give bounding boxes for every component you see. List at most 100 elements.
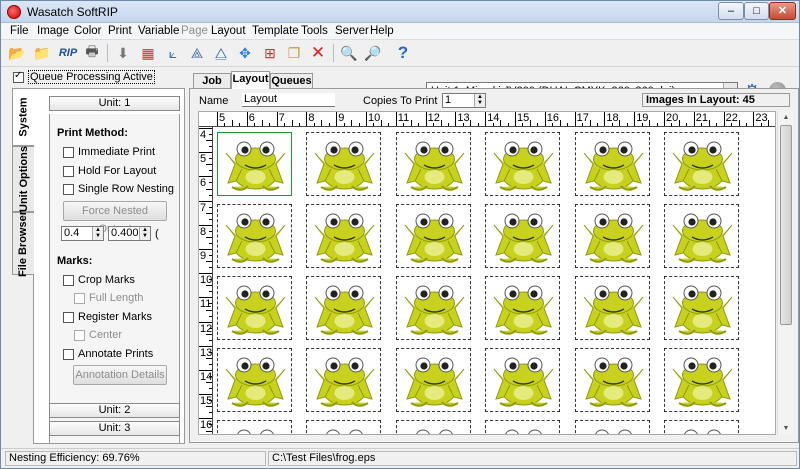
layout-image-tile[interactable] — [664, 276, 739, 340]
full-length-checkbox[interactable]: Full Length — [74, 292, 143, 304]
scroll-thumb[interactable] — [780, 125, 792, 325]
layout-image-tile[interactable] — [664, 132, 739, 196]
layout-image-tile[interactable] — [217, 276, 292, 340]
layout-image-tile[interactable] — [575, 348, 650, 412]
layout-image-tile[interactable] — [575, 420, 650, 434]
printer-icon[interactable]: 🖶 — [82, 43, 102, 63]
menu-help[interactable]: Help — [370, 25, 394, 37]
tab-queues[interactable]: Queues — [270, 73, 313, 89]
layout-name-input[interactable]: Layout — [242, 93, 335, 107]
copy-icon[interactable]: ❐ — [284, 43, 304, 63]
checkbox[interactable] — [63, 274, 74, 286]
copies-spinner[interactable]: 1 ▲ ▼ — [442, 93, 486, 108]
grid-icon[interactable]: ⊞ — [260, 43, 280, 63]
flip-icon[interactable]: ⧋ — [211, 43, 231, 63]
layout-image-tile[interactable] — [485, 276, 560, 340]
menu-server[interactable]: Server — [335, 25, 369, 37]
open-folder-icon[interactable]: 📁 — [32, 43, 52, 63]
layout-image-tile[interactable] — [396, 420, 471, 434]
maximize-button[interactable]: □ — [744, 2, 769, 20]
layout-image-tile[interactable] — [485, 132, 560, 196]
tab-file-browser[interactable]: File Browser — [12, 210, 34, 277]
layout-image-tile[interactable] — [396, 348, 471, 412]
zoom-in-icon[interactable]: 🔍 — [339, 43, 359, 63]
mirror-left-icon[interactable]: ⟀ — [163, 43, 183, 63]
layout-image-tile[interactable] — [396, 132, 471, 196]
layout-image-tile[interactable] — [306, 132, 381, 196]
layout-image-tile[interactable] — [306, 420, 381, 434]
crop-marks-checkbox[interactable]: Crop Marks — [63, 274, 135, 286]
layout-image-tile[interactable] — [575, 276, 650, 340]
menu-image[interactable]: Image — [37, 25, 69, 37]
menu-page[interactable]: Page — [181, 25, 208, 37]
unit-2-header[interactable]: Unit: 2 — [49, 403, 180, 418]
close-button[interactable]: ✕ — [769, 2, 796, 20]
force-nested-output-button[interactable]: Force Nested Output — [63, 201, 167, 235]
spacing-spinner-1[interactable]: 0.4 ▲ ▼ — [61, 226, 104, 241]
checkbox[interactable] — [13, 70, 24, 83]
layout-image-tile[interactable] — [575, 132, 650, 196]
menu-print[interactable]: Print — [108, 25, 132, 37]
menu-color[interactable]: Color — [74, 25, 101, 37]
unit-3-header[interactable]: Unit: 3 — [49, 421, 180, 436]
layout-image-tile[interactable] — [306, 276, 381, 340]
layout-canvas[interactable]: 567891011121314151617181920212223242526 … — [198, 111, 776, 435]
minimize-button[interactable]: – — [718, 2, 744, 20]
layout-image-tile[interactable] — [217, 420, 292, 434]
layout-image-tile[interactable] — [664, 348, 739, 412]
spinner-arrows-icon[interactable]: ▲ ▼ — [474, 94, 485, 107]
layout-image-tile[interactable] — [217, 348, 292, 412]
layout-image-tile[interactable] — [664, 204, 739, 268]
layout-image-tile[interactable] — [485, 420, 560, 434]
menu-variable[interactable]: Variable — [138, 25, 179, 37]
layout-image-tile[interactable] — [306, 348, 381, 412]
register-marks-checkbox[interactable]: Register Marks — [63, 311, 152, 323]
tab-layout[interactable]: Layout — [231, 71, 270, 89]
unit-1-header[interactable]: Unit: 1 — [49, 96, 180, 111]
layout-image-tile[interactable] — [396, 276, 471, 340]
import-icon[interactable]: ⬇ — [113, 43, 133, 63]
checkbox[interactable] — [63, 311, 74, 323]
checkbox[interactable] — [63, 165, 74, 177]
rip-icon[interactable]: RIP — [56, 43, 80, 63]
checkbox[interactable] — [74, 329, 85, 341]
menu-template[interactable]: Template — [252, 25, 299, 37]
checkbox[interactable] — [74, 292, 85, 304]
menu-layout[interactable]: Layout — [211, 25, 246, 37]
queue-processing-checkbox[interactable]: Queue Processing Active — [13, 70, 183, 85]
menu-tools[interactable]: Tools — [301, 25, 328, 37]
layout-image-tile[interactable] — [664, 420, 739, 434]
vertical-scrollbar[interactable]: ▲ ▼ — [777, 111, 793, 435]
spacing-spinner-2[interactable]: 0.400 ▲ ▼ — [108, 226, 151, 241]
layout-image-tile[interactable] — [396, 204, 471, 268]
layout-image-tile[interactable] — [485, 204, 560, 268]
checkbox[interactable] — [63, 146, 74, 158]
scroll-up-icon[interactable]: ▲ — [778, 111, 794, 124]
immediate-print-checkbox[interactable]: Immediate Print — [63, 146, 155, 158]
layout-image-tile[interactable] — [217, 132, 292, 196]
annotate-prints-checkbox[interactable]: Annotate Prints — [63, 348, 153, 360]
single-row-nesting-checkbox[interactable]: Single Row Nesting — [63, 183, 174, 195]
checkbox[interactable] — [63, 348, 74, 360]
mirror-right-icon[interactable]: ⟁ — [187, 43, 207, 63]
center-checkbox[interactable]: Center — [74, 329, 122, 341]
scroll-down-icon[interactable]: ▼ — [778, 422, 794, 435]
menu-file[interactable]: File — [10, 25, 29, 37]
checkbox[interactable] — [63, 183, 74, 195]
zoom-out-icon[interactable]: 🔎 — [363, 43, 383, 63]
layout-image-tile[interactable] — [306, 204, 381, 268]
layout-image-tile[interactable] — [575, 204, 650, 268]
help-icon[interactable]: ? — [393, 43, 413, 63]
tab-system[interactable]: System — [12, 88, 34, 146]
spinner-arrows-icon[interactable]: ▲ ▼ — [139, 227, 150, 240]
delete-icon[interactable]: ✕ — [308, 43, 328, 63]
layout-image-tile[interactable] — [217, 204, 292, 268]
annotation-details-button[interactable]: Annotation Details — [73, 365, 167, 385]
tab-job[interactable]: Job — [193, 73, 231, 89]
hold-for-layout-checkbox[interactable]: Hold For Layout — [63, 165, 156, 177]
crop-icon[interactable]: ▦ — [138, 43, 158, 63]
new-folder-icon[interactable]: 📂 — [7, 43, 27, 63]
tab-unit-options[interactable]: Unit Options — [12, 146, 34, 212]
layout-image-tile[interactable] — [485, 348, 560, 412]
spinner-arrows-icon[interactable]: ▲ ▼ — [92, 227, 103, 240]
